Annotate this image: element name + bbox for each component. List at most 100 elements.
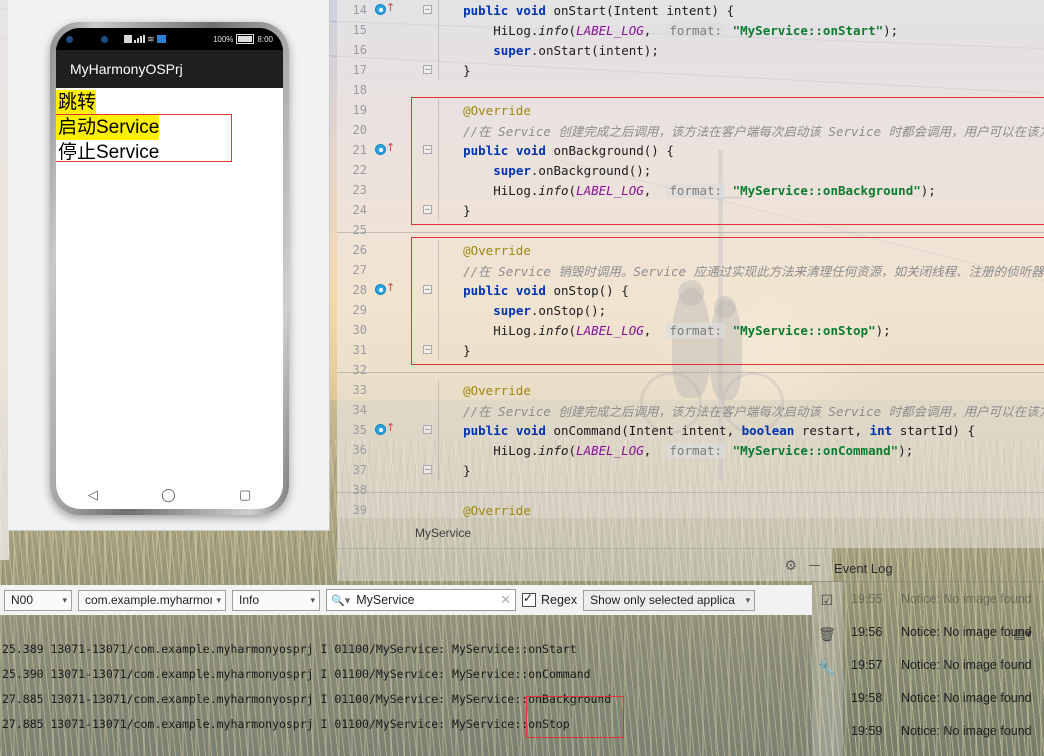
- regex-label: Regex: [541, 593, 578, 607]
- fold-collapse-icon[interactable]: ─: [423, 425, 432, 434]
- code-line[interactable]: 31 ─ }: [337, 340, 1044, 360]
- code-line[interactable]: 18: [337, 80, 1044, 100]
- regex-checkbox[interactable]: Regex: [522, 591, 578, 607]
- override-marker-icon[interactable]: [375, 424, 386, 435]
- editor-gutter[interactable]: ─: [373, 200, 432, 220]
- log-line[interactable]: 27.885 13071-13071/com.example.myharmony…: [0, 712, 812, 737]
- line-number: 35: [352, 423, 367, 437]
- editor-gutter[interactable]: ↑ ─: [373, 0, 432, 20]
- log-line[interactable]: 27.885 13071-13071/com.example.myharmony…: [0, 687, 812, 712]
- fold-expand-icon[interactable]: ─: [423, 65, 432, 74]
- code-line[interactable]: 22 super.onBackground();: [337, 160, 1044, 180]
- gear-icon[interactable]: ⚙: [784, 557, 797, 574]
- override-marker-icon[interactable]: [375, 4, 386, 15]
- editor-gutter[interactable]: [373, 180, 399, 200]
- log-search-input[interactable]: 🔍▾ MyService ✕: [326, 589, 516, 611]
- editor-gutter[interactable]: [373, 380, 399, 400]
- code-line[interactable]: 17 ─ }: [337, 60, 1044, 80]
- mark-read-icon[interactable]: ☑: [821, 592, 834, 609]
- code-line[interactable]: 14 ↑ ─ public void onStart(Intent intent) …: [337, 0, 1044, 20]
- scope-filter-select[interactable]: Show only selected applica ▾: [583, 589, 756, 611]
- code-line[interactable]: 23 HiLog.info(LABEL_LOG, format: "MyServ…: [337, 180, 1044, 200]
- app-button-stop-service[interactable]: 停止Service: [56, 142, 159, 163]
- editor-gutter[interactable]: [373, 500, 399, 518]
- event-log-list[interactable]: 19:55 Notice: No image found 19:56 Notice: …: [843, 582, 1044, 756]
- wrench-icon[interactable]: 🔧: [818, 660, 835, 677]
- fold-collapse-icon[interactable]: ─: [423, 145, 432, 154]
- code-line[interactable]: 32: [337, 360, 1044, 380]
- event-log-row[interactable]: 19:58 Notice: No image found: [843, 681, 1044, 714]
- nav-back-icon[interactable]: ◁: [88, 487, 98, 503]
- code-line[interactable]: 38: [337, 480, 1044, 500]
- editor-gutter[interactable]: [373, 120, 399, 140]
- editor-gutter[interactable]: ↑ ─: [373, 420, 432, 440]
- code-line[interactable]: 39 @Override: [337, 500, 1044, 518]
- code-line[interactable]: 24 ─ }: [337, 200, 1044, 220]
- editor-gutter[interactable]: [373, 240, 399, 260]
- app-button-jump[interactable]: 跳转: [56, 90, 97, 115]
- code-line[interactable]: 25: [337, 220, 1044, 240]
- app-button-start-service[interactable]: 启动Service: [56, 115, 160, 140]
- nav-recents-icon[interactable]: ▢: [239, 487, 251, 503]
- code-line[interactable]: 27 //在 Service 销毁时调用。Service 应通过实现此方法来清理…: [337, 260, 1044, 280]
- editor-gutter[interactable]: [373, 160, 399, 180]
- override-marker-icon[interactable]: [375, 284, 386, 295]
- logcat-output[interactable]: 25.389 13071-13071/com.example.myharmony…: [0, 615, 812, 756]
- editor-gutter[interactable]: [373, 20, 399, 40]
- editor-gutter[interactable]: [373, 100, 399, 120]
- code-line[interactable]: 29 super.onStop();: [337, 300, 1044, 320]
- breadcrumb-class-name[interactable]: MyService: [415, 526, 471, 540]
- code-line[interactable]: 15 HiLog.info(LABEL_LOG, format: "MyServ…: [337, 20, 1044, 40]
- clear-search-icon[interactable]: ✕: [500, 592, 511, 608]
- code-line[interactable]: 33 @Override: [337, 380, 1044, 400]
- log-line[interactable]: 25.390 13071-13071/com.example.myharmony…: [0, 662, 812, 687]
- event-log-row[interactable]: 19:55 Notice: No image found: [843, 582, 1044, 615]
- code-line[interactable]: 35 ↑ ─ public void onCommand(Intent intent…: [337, 420, 1044, 440]
- code-line[interactable]: 20 //在 Service 创建完成之后调用，该方法在客户端每次启动该 Ser…: [337, 120, 1044, 140]
- editor-gutter[interactable]: [373, 480, 399, 500]
- editor-gutter[interactable]: [373, 440, 399, 460]
- code-line[interactable]: 36 HiLog.info(LABEL_LOG, format: "MyServ…: [337, 440, 1044, 460]
- event-log-row[interactable]: 19:57 Notice: No image found: [843, 648, 1044, 681]
- fold-expand-icon[interactable]: ─: [423, 465, 432, 474]
- editor-gutter[interactable]: ─: [373, 60, 432, 80]
- editor-gutter[interactable]: [373, 80, 399, 100]
- device-select[interactable]: N00 ▾: [4, 589, 72, 611]
- code-editor[interactable]: 14 ↑ ─ public void onStart(Intent intent) …: [337, 0, 1044, 518]
- fold-collapse-icon[interactable]: ─: [423, 285, 432, 294]
- editor-gutter[interactable]: [373, 40, 399, 60]
- code-line[interactable]: 19 @Override: [337, 100, 1044, 120]
- code-line[interactable]: 26 @Override: [337, 240, 1044, 260]
- code-line[interactable]: 37 ─ }: [337, 460, 1044, 480]
- editor-gutter[interactable]: [373, 400, 399, 420]
- code-line[interactable]: 34 //在 Service 创建完成之后调用，该方法在客户端每次启动该 Ser…: [337, 400, 1044, 420]
- editor-gutter[interactable]: ─: [373, 340, 432, 360]
- event-log-row[interactable]: 19:56 Notice: No image found: [843, 615, 1044, 648]
- editor-gutter[interactable]: [373, 260, 399, 280]
- editor-breadcrumb[interactable]: MyService: [337, 518, 1044, 548]
- editor-gutter[interactable]: [373, 300, 399, 320]
- editor-gutter[interactable]: ↑ ─: [373, 280, 432, 300]
- event-log-time: 19:57: [851, 657, 883, 672]
- trash-icon[interactable]: 🗑: [818, 626, 836, 643]
- status-sim-icon: [124, 35, 132, 43]
- nav-home-icon[interactable]: ◯: [161, 487, 176, 503]
- event-log-row[interactable]: 19:59 Notice: No image found: [843, 714, 1044, 747]
- editor-gutter[interactable]: ─: [373, 460, 432, 480]
- fold-expand-icon[interactable]: ─: [423, 205, 432, 214]
- log-line[interactable]: 25.389 13071-13071/com.example.myharmony…: [0, 637, 812, 662]
- code-line[interactable]: 28 ↑ ─ public void onStop() {: [337, 280, 1044, 300]
- code-line[interactable]: 21 ↑ ─ public void onBackground() {: [337, 140, 1044, 160]
- editor-gutter[interactable]: [373, 360, 399, 380]
- fold-collapse-icon[interactable]: ─: [423, 5, 432, 14]
- editor-gutter[interactable]: ↑ ─: [373, 140, 432, 160]
- editor-gutter[interactable]: [373, 320, 399, 340]
- process-select[interactable]: com.example.myharmonyo ▾: [78, 589, 226, 611]
- code-line[interactable]: 16 super.onStart(intent);: [337, 40, 1044, 60]
- code-line[interactable]: 30 HiLog.info(LABEL_LOG, format: "MyServ…: [337, 320, 1044, 340]
- fold-expand-icon[interactable]: ─: [423, 345, 432, 354]
- log-level-select[interactable]: Info ▾: [232, 589, 320, 611]
- override-marker-icon[interactable]: [375, 144, 386, 155]
- editor-gutter[interactable]: [373, 220, 399, 240]
- line-number: 21: [352, 143, 367, 157]
